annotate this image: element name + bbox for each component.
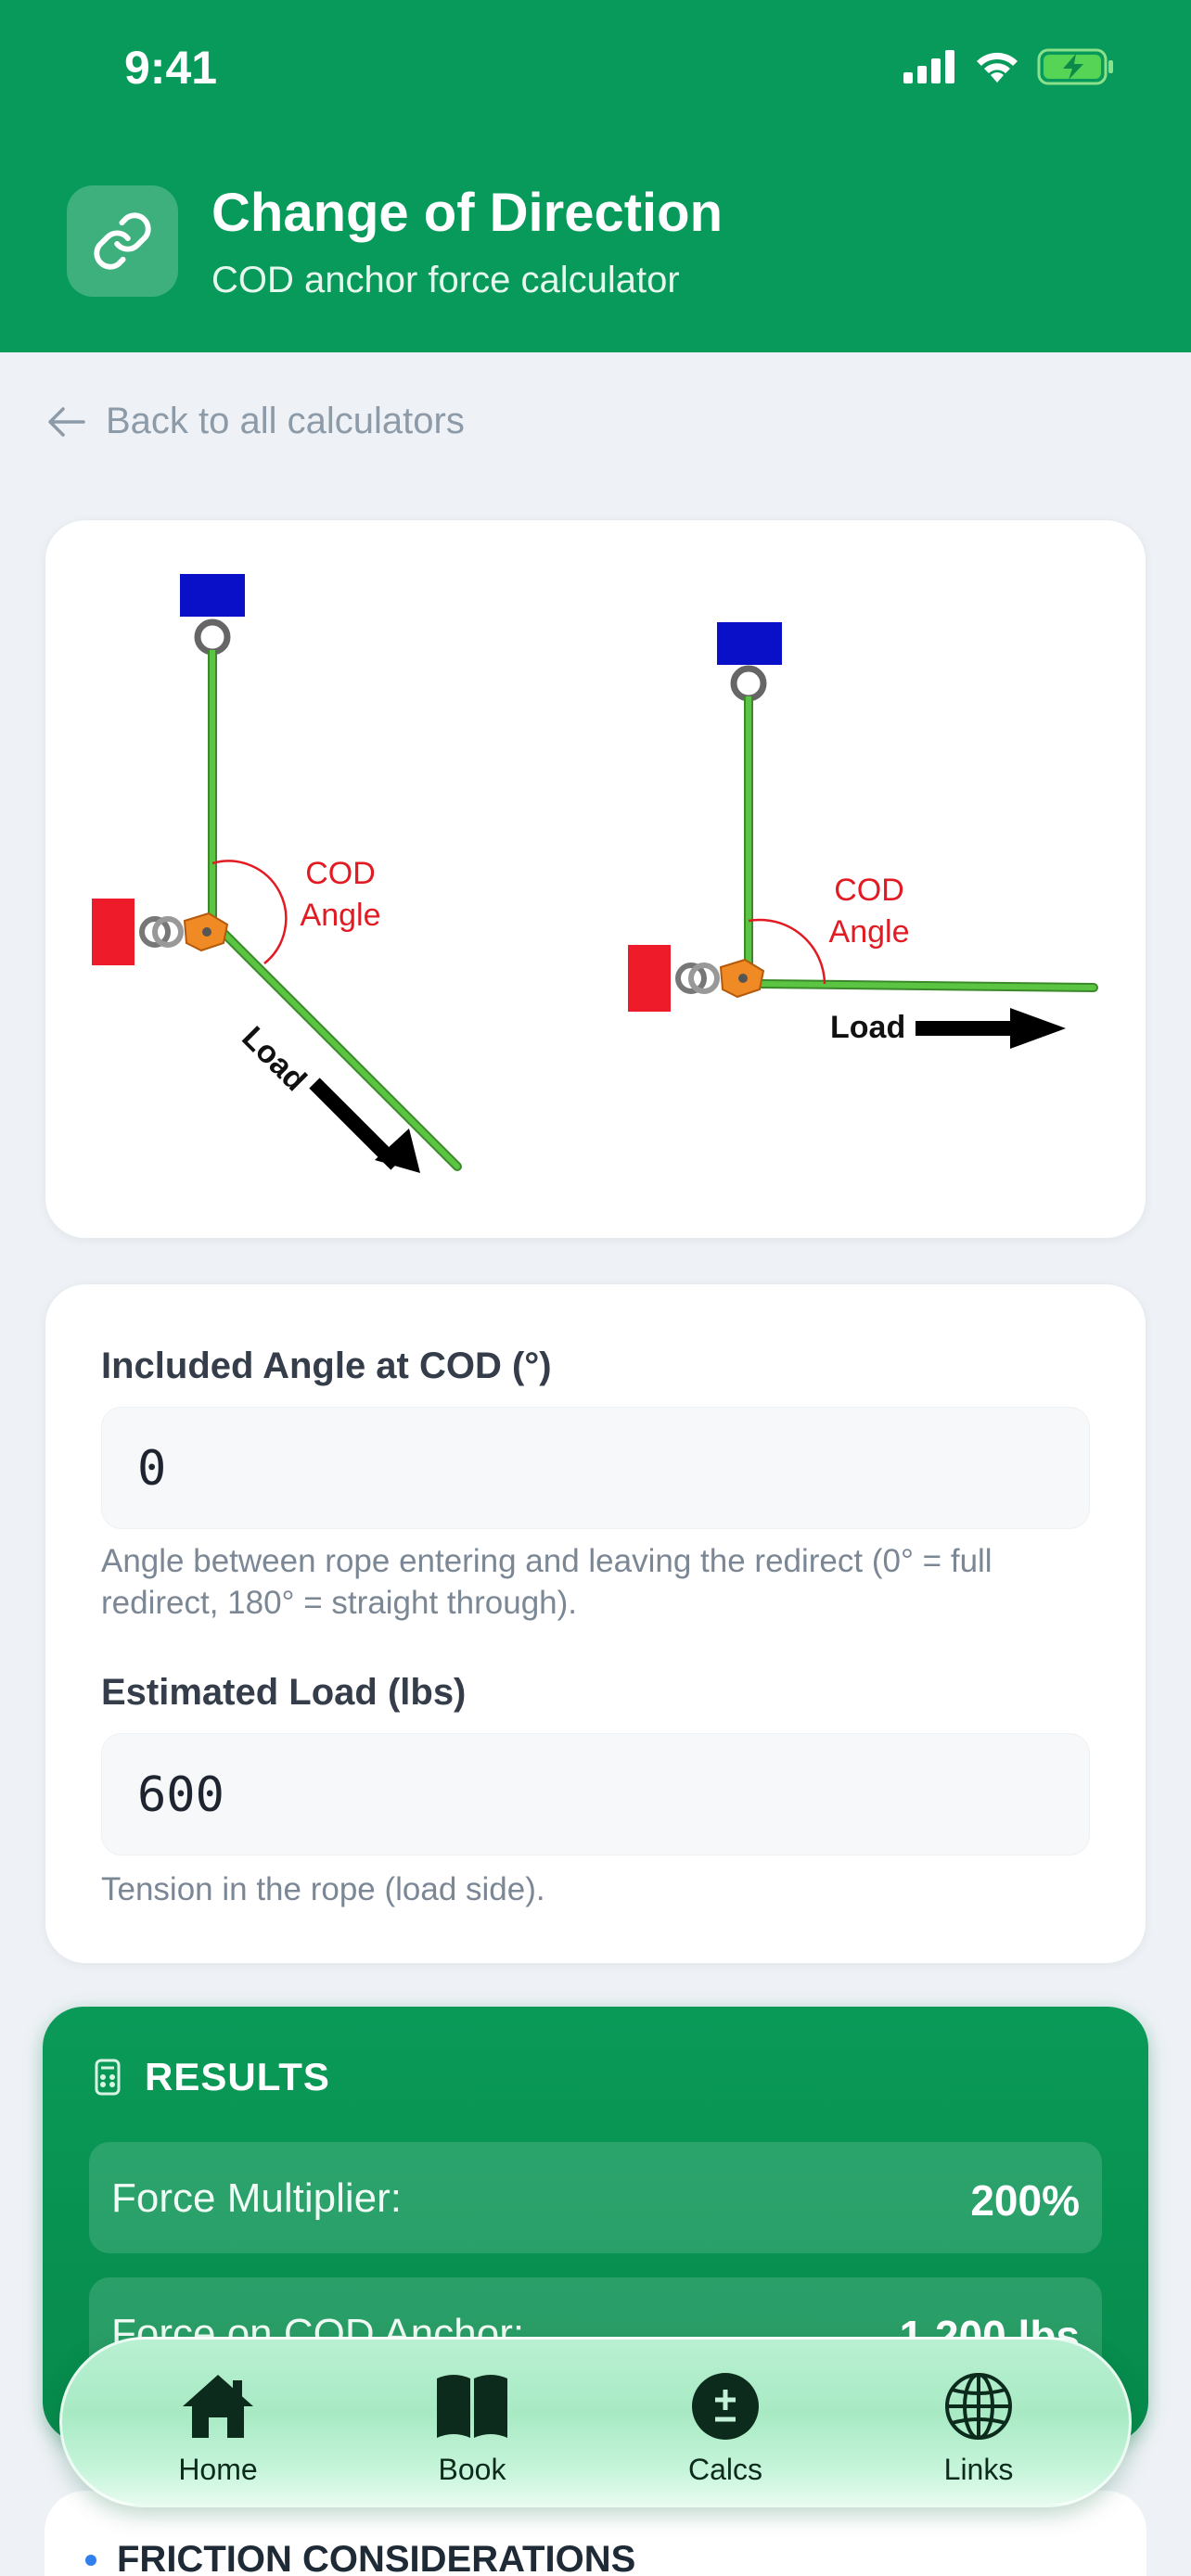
result-label: Force Multiplier: — [111, 2175, 402, 2221]
wifi-icon — [977, 52, 1018, 83]
load-input-value: 600 — [137, 1767, 224, 1823]
diagram-left: COD Angle Load — [92, 574, 462, 1173]
angle-input[interactable]: 0 — [101, 1407, 1090, 1529]
top-anchor-right — [717, 622, 782, 665]
tab-calcs[interactable]: Calcs — [633, 2371, 818, 2487]
load-label-right: Load — [830, 1010, 905, 1045]
angle-help-text: Angle between rope entering and leaving … — [101, 1543, 992, 1621]
calculator-icon — [95, 2059, 121, 2096]
signal-icon — [903, 50, 954, 83]
result-value: 200% — [970, 2176, 1080, 2225]
angle-field-label: Included Angle at COD (°) — [101, 1345, 552, 1386]
home-icon — [183, 2375, 253, 2438]
battery-icon — [1037, 48, 1113, 85]
book-icon — [437, 2375, 507, 2438]
bullet-icon — [85, 2554, 96, 2566]
results-header: RESULTS — [95, 2055, 330, 2099]
tab-calcs-label: Calcs — [687, 2453, 762, 2486]
inputs-card: Included Angle at COD (°) 0 Angle betwee… — [45, 1283, 1146, 1964]
angle-input-value: 0 — [137, 1441, 167, 1497]
friction-title: FRICTION CONSIDERATIONS — [85, 2539, 635, 2576]
tab-home-label: Home — [178, 2453, 258, 2486]
app-header: 9:41 Change of Direction COD anchor forc… — [0, 0, 1191, 352]
results-title: RESULTS — [145, 2055, 330, 2098]
cod-diagram: COD Angle Load COD Angle Load — [92, 574, 1098, 1173]
side-anchor-left — [92, 899, 134, 965]
side-anchor-right — [628, 945, 671, 1012]
cod-diagram-card: COD Angle Load COD Angle Load — [45, 519, 1146, 1239]
tab-book-label: Book — [438, 2453, 506, 2486]
plus-minus-icon — [692, 2373, 759, 2440]
diagram-right: COD Angle Load — [628, 622, 1098, 1049]
bottom-tab-bar: Home Book Calcs Links — [59, 2337, 1132, 2507]
cod-label-right: COD — [834, 873, 904, 908]
angle-label-right: Angle — [829, 914, 910, 950]
result-row-multiplier: Force Multiplier: 200% — [89, 2142, 1102, 2253]
back-link-label: Back to all calculators — [106, 401, 465, 441]
load-input[interactable]: 600 — [101, 1733, 1090, 1855]
load-label-left: Load — [235, 1020, 313, 1098]
page-subtitle: COD anchor force calculator — [211, 260, 680, 300]
page-title: Change of Direction — [211, 183, 724, 243]
top-anchor-left — [180, 574, 245, 617]
status-icons — [903, 48, 1115, 85]
app-icon-tile — [67, 185, 178, 297]
tab-links[interactable]: Links — [886, 2371, 1071, 2487]
angle-label-left: Angle — [301, 898, 381, 933]
tab-home[interactable]: Home — [125, 2371, 311, 2487]
back-link[interactable]: Back to all calculators — [46, 401, 465, 442]
load-field-label: Estimated Load (lbs) — [101, 1672, 467, 1713]
link-icon — [94, 212, 151, 270]
friction-title-text: FRICTION CONSIDERATIONS — [117, 2539, 636, 2576]
tab-links-label: Links — [943, 2453, 1014, 2486]
cod-label-left: COD — [305, 856, 376, 891]
load-help-text: Tension in the rope (load side). — [101, 1871, 545, 1907]
tab-book[interactable]: Book — [379, 2371, 565, 2487]
status-time: 9:41 — [124, 42, 218, 94]
globe-icon — [945, 2373, 1012, 2440]
arrow-left-icon — [48, 406, 85, 437]
